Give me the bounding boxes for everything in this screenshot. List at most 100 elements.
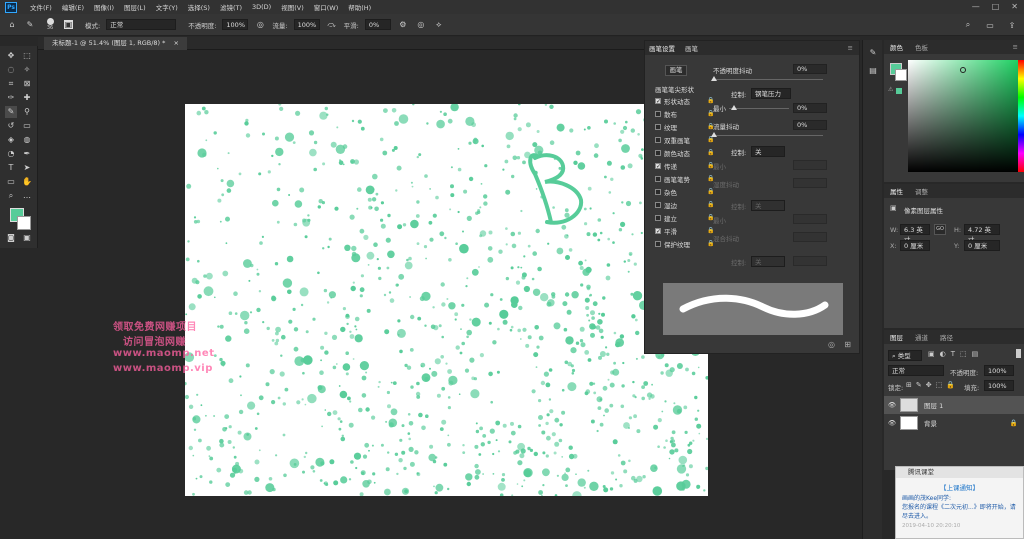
control-select-1[interactable]: 钢笔压力 [751, 88, 791, 99]
brush-option-item[interactable]: 纹理 🔒 [655, 121, 714, 132]
toggle-preview-icon[interactable]: ◎ [828, 340, 835, 349]
workspace-icon[interactable]: ▭ [984, 19, 996, 31]
layer-row[interactable]: 👁 图层 1 [884, 396, 1024, 414]
marquee-tool-icon[interactable]: ⬚ [21, 50, 33, 62]
crop-tool-icon[interactable]: ⌗ [5, 78, 17, 90]
pen-tool-icon[interactable]: ✒ [21, 148, 33, 160]
zoom-tool-icon[interactable]: ⌕ [5, 190, 17, 202]
eraser-icon[interactable]: ▭ [21, 120, 33, 132]
history-brush-icon[interactable]: ↺ [5, 120, 17, 132]
magic-wand-icon[interactable]: ✧ [21, 64, 33, 76]
x-input[interactable]: 0 厘米 [900, 240, 930, 251]
blend-mode-select[interactable]: 正常 [888, 365, 944, 376]
menu-layer[interactable]: 图层(L) [119, 2, 151, 12]
quick-mask-icon[interactable]: ◙ [5, 232, 17, 244]
tab-adjustments[interactable]: 调整 [915, 186, 928, 196]
y-input[interactable]: 0 厘米 [964, 240, 1000, 251]
brush-option-item[interactable]: 颜色动态 🔒 [655, 147, 714, 158]
width-input[interactable]: 6.3 英寸 [900, 224, 930, 244]
maximize-button[interactable]: □ [992, 2, 1000, 11]
brush-option-item[interactable]: 画笔笔势 🔒 [655, 173, 714, 184]
menu-edit[interactable]: 编辑(E) [57, 2, 89, 12]
color-picker-ring-icon[interactable] [960, 67, 966, 73]
brush-option-item[interactable]: 湿边 🔒 [655, 199, 714, 210]
lock-icon[interactable]: 🔒 [707, 136, 714, 143]
size-pressure-icon[interactable]: ◎ [415, 19, 427, 31]
flow-jitter-slider[interactable] [711, 132, 823, 137]
opacity-pressure-icon[interactable]: ◎ [254, 19, 266, 31]
menu-select[interactable]: 选择(S) [183, 2, 215, 12]
brush-option-item[interactable]: 杂色 🔒 [655, 186, 714, 197]
lock-icon[interactable]: 🔒 [707, 149, 714, 156]
blur-tool-icon[interactable]: ◍ [21, 134, 33, 146]
tab-paths[interactable]: 路径 [940, 332, 953, 342]
rectangle-tool-icon[interactable]: ▭ [5, 176, 17, 188]
lasso-tool-icon[interactable]: ◌ [5, 64, 17, 76]
checkbox[interactable] [655, 149, 661, 156]
menu-window[interactable]: 窗口(W) [309, 2, 344, 12]
menu-file[interactable]: 文件(F) [25, 2, 57, 12]
brush-settings-dock-icon[interactable]: ✎ [867, 46, 879, 58]
menu-view[interactable]: 视图(V) [276, 2, 309, 12]
checkbox[interactable]: ✓ [655, 227, 661, 234]
checkbox[interactable] [655, 188, 661, 195]
more-tools-icon[interactable]: … [21, 190, 33, 202]
brush-tool-icon[interactable]: ✎ [5, 106, 17, 118]
close-tab-icon[interactable]: × [173, 39, 178, 47]
visibility-eye-icon[interactable]: 👁 [884, 401, 900, 409]
visibility-eye-icon[interactable]: 👁 [884, 419, 900, 427]
menu-type[interactable]: 文字(Y) [151, 2, 183, 12]
menu-image[interactable]: 图像(I) [89, 2, 119, 12]
brush-option-item[interactable]: 双重画笔 🔒 [655, 134, 714, 145]
notification-popup[interactable]: 腾讯课堂 【上课通知】 画画的茂Kee同学: 您报名的课程《二次元初...》即将… [895, 466, 1024, 539]
brush-tool-icon[interactable]: ✎ [24, 19, 36, 31]
brush-tip-shape-item[interactable]: 画笔笔尖形状 [655, 84, 694, 94]
min-input[interactable]: 0% [793, 103, 827, 113]
checkbox[interactable]: ✓ [655, 162, 661, 169]
flow-input[interactable]: 100% [293, 19, 320, 30]
dodge-tool-icon[interactable]: ◔ [5, 148, 17, 160]
brush-option-item[interactable]: 建立 🔒 [655, 212, 714, 223]
min-slider[interactable] [729, 105, 789, 110]
brush-settings-toggle-icon[interactable]: ▣ [64, 20, 73, 29]
slider-knob-icon[interactable] [731, 105, 737, 110]
brush-option-item[interactable]: 散布 🔒 [655, 108, 714, 119]
gear-icon[interactable]: ⚙ [397, 19, 409, 31]
layer-row[interactable]: 👁 背景 🔒 [884, 414, 1024, 432]
document-canvas[interactable] [185, 104, 708, 496]
opacity-input[interactable]: 100% [222, 19, 249, 30]
checkbox[interactable] [655, 201, 661, 208]
checkbox[interactable] [655, 136, 661, 143]
brushes-dock-icon[interactable]: ▤ [867, 64, 879, 76]
tab-layers[interactable]: 图层 [890, 332, 903, 342]
smoothing-input[interactable]: 0% [364, 19, 391, 30]
background-color-swatch[interactable] [17, 216, 31, 230]
home-icon[interactable]: ⌂ [6, 19, 18, 31]
tab-brush-settings[interactable]: 画笔设置 [649, 43, 675, 53]
gamut-warning-icon[interactable]: ⚠ [888, 86, 893, 93]
search-icon[interactable]: ⌕ [962, 19, 974, 31]
panel-menu-icon[interactable]: ≡ [848, 44, 853, 52]
opacity-jitter-input[interactable]: 0% [793, 64, 827, 74]
checkbox[interactable] [655, 214, 661, 221]
flow-jitter-input[interactable]: 0% [793, 120, 827, 130]
menu-filter[interactable]: 滤镜(T) [215, 2, 247, 12]
color-field[interactable] [908, 60, 1018, 172]
layer-filter-select[interactable]: ⌕ 类型 [888, 350, 922, 361]
new-brush-icon[interactable]: ⊞ [844, 340, 851, 349]
web-safe-swatch[interactable] [896, 88, 902, 94]
slider-knob-icon[interactable] [711, 76, 717, 81]
tab-brushes[interactable]: 画笔 [685, 43, 698, 53]
link-dimensions-icon[interactable]: GO [934, 224, 946, 235]
screen-mode-icon[interactable]: ▣ [21, 232, 33, 244]
lock-icons[interactable]: ⊞✎✥⬚🔒 [906, 381, 959, 389]
lock-icon[interactable]: 🔒 [707, 201, 714, 208]
brush-option-item[interactable]: ✓ 传递 🔒 [655, 160, 714, 171]
notification-body[interactable]: 画画的茂Kee同学: 您报名的课程《二次元初...》即将开始，请尽去进入。 [896, 492, 1023, 523]
hand-tool-icon[interactable]: ✋ [21, 176, 33, 188]
brush-option-item[interactable]: 保护纹理 🔒 [655, 238, 714, 249]
brush-option-item[interactable]: ✓ 形状动态 🔒 [655, 95, 714, 106]
opacity-jitter-slider[interactable] [711, 76, 823, 81]
menu-3d[interactable]: 3D(D) [247, 3, 276, 11]
tab-color[interactable]: 颜色 [890, 42, 903, 52]
